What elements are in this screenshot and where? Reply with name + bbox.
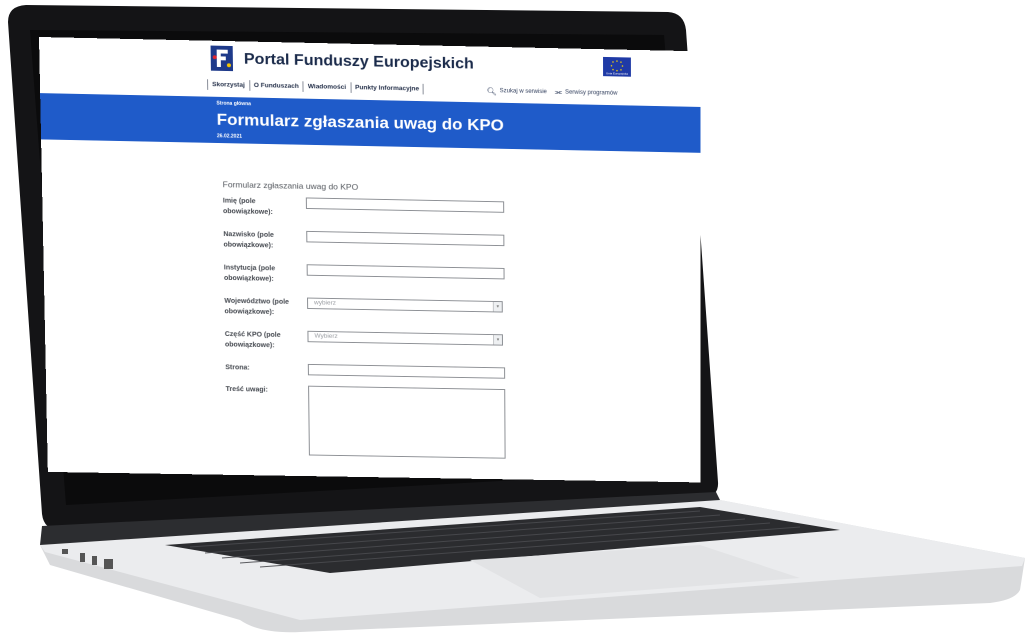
field-label: Województwo (pole obowiązkowe):: [224, 297, 290, 316]
programs-link[interactable]: ⫘ Serwisy programów: [555, 88, 618, 99]
field-label: Treść uwagi:: [225, 386, 268, 394]
last-name-field[interactable]: [306, 230, 505, 247]
share-icon: ⫘: [554, 87, 563, 97]
field-label: Część KPO (pole obowiązkowe):: [224, 331, 281, 350]
main-nav: Skorzystaj O Funduszach Wiadomości Punkt…: [207, 79, 425, 95]
nav-o-funduszach[interactable]: O Funduszach: [248, 80, 303, 92]
programs-label: Serwisy programów: [565, 89, 618, 97]
field-label: Imię (pole obowiązkowe):: [222, 197, 273, 216]
search-label: Szukaj w serwisie: [499, 88, 547, 96]
field-label: Nazwisko (pole obowiązkowe):: [223, 231, 274, 250]
chevron-down-icon: ▾: [493, 335, 502, 345]
header-tools: 🔍︎ Szukaj w serwisie ⫘ Serwisy programów: [487, 86, 626, 99]
form-heading: Formularz zgłaszania uwag do KPO: [222, 179, 359, 192]
nav-skorzystaj[interactable]: Skorzystaj: [207, 79, 249, 91]
eu-flag-caption: Unia Europejska: [606, 71, 628, 76]
nav-wiadomosci[interactable]: Wiadomości: [302, 81, 351, 93]
search-link[interactable]: 🔍︎ Szukaj w serwisie: [487, 86, 547, 97]
portal-title[interactable]: Portal Funduszy Europejskich: [244, 51, 474, 73]
first-name-field[interactable]: [305, 197, 505, 213]
search-icon: 🔍︎: [486, 86, 497, 96]
chevron-down-icon: ▾: [492, 301, 502, 312]
page-title: Formularz zgłaszania uwag do KPO: [216, 110, 504, 135]
field-label: Instytucja (pole obowiązkowe):: [223, 264, 276, 283]
page-field[interactable]: [307, 363, 506, 379]
comment-textarea[interactable]: [308, 385, 506, 459]
nav-punkty-informacyjne[interactable]: Punkty Informacyjne: [350, 82, 425, 95]
kpo-part-select-value: Wybierz: [314, 332, 338, 340]
institution-field[interactable]: [306, 264, 505, 280]
laptop: Portal Funduszy Europejskich Unia Europe…: [0, 0, 1028, 636]
screen: Portal Funduszy Europejskich Unia Europe…: [39, 37, 701, 483]
breadcrumb[interactable]: Strona główna: [216, 101, 251, 107]
eu-flag-icon: Unia Europejska: [603, 56, 631, 77]
voivodeship-select[interactable]: wybierz ▾: [307, 297, 503, 313]
page-date: 26.02.2021: [216, 133, 243, 140]
voivodeship-select-value: wybierz: [314, 299, 337, 307]
kpo-part-select[interactable]: Wybierz ▾: [307, 330, 503, 346]
fe-logo-icon[interactable]: [211, 45, 234, 72]
field-label: Strona:: [225, 364, 250, 372]
